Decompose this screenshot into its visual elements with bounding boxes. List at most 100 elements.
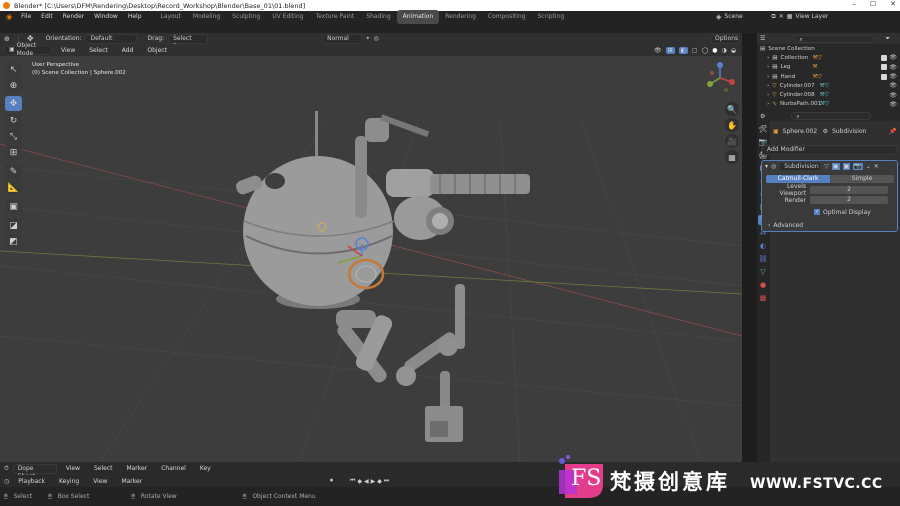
snap-icon[interactable]: ⌖ [366, 35, 369, 43]
modifier-panel[interactable]: ▾ ◎ Subdivision ▽ ▣ ▣ 📷 ⌄ ✕ Catmull-Clar… [761, 160, 898, 232]
include-checkbox[interactable] [881, 64, 887, 71]
mode-dropdown[interactable]: ▣ Object Mode [4, 42, 52, 57]
outliner-item-cylinder-007[interactable]: › ▽ Cylinder.007 ⚒▽ 👁 [757, 81, 900, 90]
tab-texture-paint[interactable]: Texture Paint [310, 10, 361, 24]
jump-start-icon[interactable]: ⏮ [350, 477, 355, 485]
close-icon[interactable]: ✕ [890, 0, 896, 8]
modifier-close-icon[interactable]: ✕ [874, 163, 879, 170]
scene-delete-icon[interactable]: ✕ [779, 13, 784, 20]
outliner-item-hand[interactable]: › ▤ Hand ⚒▽ 👁 [757, 72, 900, 81]
editmode-toggle-icon[interactable]: ▽ [824, 163, 829, 170]
include-checkbox[interactable] [881, 54, 887, 61]
expand-icon[interactable]: › [767, 92, 769, 98]
ds-menu-view[interactable]: View [61, 465, 85, 472]
filter-icon[interactable]: ⏷ [885, 35, 890, 43]
viewport-toggle-icon[interactable]: ▣ [831, 163, 840, 170]
tab-catmull-clark[interactable]: Catmull-Clark [766, 175, 830, 183]
camera-toggle-icon[interactable]: 📷 [853, 163, 863, 170]
tl-menu-keying[interactable]: Keying [54, 478, 84, 485]
tab-animation[interactable]: Animation [396, 9, 440, 24]
3d-viewport[interactable]: User Perspective (0) Scene Collection | … [0, 56, 742, 462]
tab-modeling[interactable]: Modeling [187, 10, 226, 24]
minimize-icon[interactable]: – [852, 0, 856, 8]
pin-icon[interactable]: 📌 [889, 128, 896, 135]
properties-editor-icon[interactable]: ⚙ [760, 113, 765, 120]
tool-measure[interactable]: 📐 [5, 180, 22, 195]
expand-icon[interactable]: › [767, 64, 769, 70]
expand-icon[interactable]: › [767, 101, 769, 107]
tl-menu-view[interactable]: View [88, 478, 112, 485]
tool-scale[interactable]: ⤡ [5, 129, 22, 144]
tab-sculpting[interactable]: Sculpting [226, 10, 266, 24]
constraints-tab-icon[interactable]: ⛓ [758, 254, 768, 264]
tab-scripting[interactable]: Scripting [532, 10, 571, 24]
outliner-item-leg[interactable]: › ▤ Leg ⚒ 👁 [757, 63, 900, 72]
ds-menu-key[interactable]: Key [195, 465, 216, 472]
pivot-dropdown[interactable]: Normal [322, 33, 363, 44]
eye-icon[interactable]: 👁 [889, 101, 897, 108]
levels-viewport-field[interactable]: 2 [810, 186, 888, 194]
physics-tab-icon[interactable]: ◐ [758, 241, 768, 251]
play-icon[interactable]: ▶ [371, 478, 376, 485]
active-tool-icon[interactable]: ⊕ [4, 35, 10, 43]
outliner-root[interactable]: ▤ Scene Collection [757, 44, 900, 53]
include-checkbox[interactable] [881, 73, 887, 80]
optimal-display-checkbox[interactable]: ✓ [814, 209, 820, 215]
tool-extra-2[interactable]: ◩ [5, 234, 22, 249]
tool-extra-1[interactable]: ◪ [5, 218, 22, 233]
dopesheet-editor-icon[interactable]: ⏱ [4, 465, 9, 473]
shading-wireframe-icon[interactable]: ◯ [702, 47, 709, 54]
tool-move[interactable]: ✥ [5, 96, 22, 111]
jump-end-icon[interactable]: ⏭ [384, 477, 389, 485]
next-key-icon[interactable]: ◆ [377, 478, 382, 485]
timeline-editor-icon[interactable]: ◷ [4, 478, 9, 485]
material-tab-icon[interactable]: ● [758, 280, 768, 290]
window-controls[interactable]: – ☐ ✕ [852, 0, 896, 8]
orientation-dropdown[interactable]: Default [85, 33, 138, 44]
menu-edit[interactable]: Edit [36, 13, 58, 20]
tab-uv-editing[interactable]: UV Editing [266, 10, 309, 24]
scene-copy-icon[interactable]: ⧉ [771, 13, 775, 21]
ortho-grid-icon[interactable]: ▦ [725, 150, 739, 164]
tab-simple[interactable]: Simple [830, 175, 894, 183]
expand-icon[interactable]: › [767, 83, 769, 89]
eye-icon[interactable]: 👁 [889, 64, 897, 71]
ds-menu-select[interactable]: Select [89, 465, 118, 472]
menu-help[interactable]: Help [123, 13, 147, 20]
outliner-editor-icon[interactable]: ☰ [760, 35, 765, 42]
eye-icon[interactable]: 👁 [889, 73, 897, 80]
vp-menu-add[interactable]: Add [117, 47, 139, 54]
outliner-item-nurbspath-001[interactable]: › ∿ NurbsPath.001 ⚒▽ 👁 [757, 100, 900, 109]
outliner-item-collection[interactable]: › ▤ Collection ⚒▽ 👁 [757, 53, 900, 62]
tool-rotate[interactable]: ↻ [5, 113, 22, 128]
vp-menu-view[interactable]: View [56, 47, 80, 54]
overlay-icon[interactable]: ◐ [678, 46, 688, 54]
dopesheet-mode-dropdown[interactable]: Dope Sheet [12, 463, 57, 480]
eye-icon[interactable]: 👁 [889, 54, 897, 61]
vp-menu-object[interactable]: Object [142, 47, 172, 54]
record-icon[interactable]: ⏺ [330, 477, 333, 485]
reverse-play-icon[interactable]: ◀ [364, 478, 369, 485]
render-levels-field[interactable]: 2 [810, 196, 888, 204]
gizmo-toggle-icon[interactable]: ⊞ [665, 46, 675, 54]
modifier-name-field[interactable]: Subdivision [779, 162, 822, 171]
tab-rendering[interactable]: Rendering [439, 10, 482, 24]
zoom-icon[interactable]: 🔍 [725, 102, 739, 116]
outliner-search[interactable]: ⌕ [794, 34, 875, 43]
expand-icon[interactable]: › [767, 55, 769, 61]
advanced-subpanel[interactable]: › Advanced [768, 221, 897, 229]
drag-dropdown[interactable]: Select Box [168, 33, 209, 50]
tool-cursor[interactable]: ⊕ [5, 78, 22, 93]
collapse-icon[interactable]: ▾ [765, 163, 768, 170]
vp-menu-select[interactable]: Select [84, 47, 113, 54]
proportional-edit-icon[interactable]: ◎ [373, 35, 378, 42]
tab-layout[interactable]: Layout [155, 10, 187, 24]
eye-icon[interactable]: 👁 [889, 92, 897, 99]
modifier-menu-icon[interactable]: ⌄ [866, 163, 871, 170]
shading-solid-icon[interactable]: ● [712, 47, 717, 54]
render-toggle-icon[interactable]: ▣ [842, 163, 851, 170]
pan-hand-icon[interactable]: ✋ [725, 118, 739, 132]
prev-key-icon[interactable]: ◆ [357, 478, 362, 485]
blender-menu-icon[interactable]: ◉ [2, 13, 16, 21]
tab-shading[interactable]: Shading [360, 10, 396, 24]
